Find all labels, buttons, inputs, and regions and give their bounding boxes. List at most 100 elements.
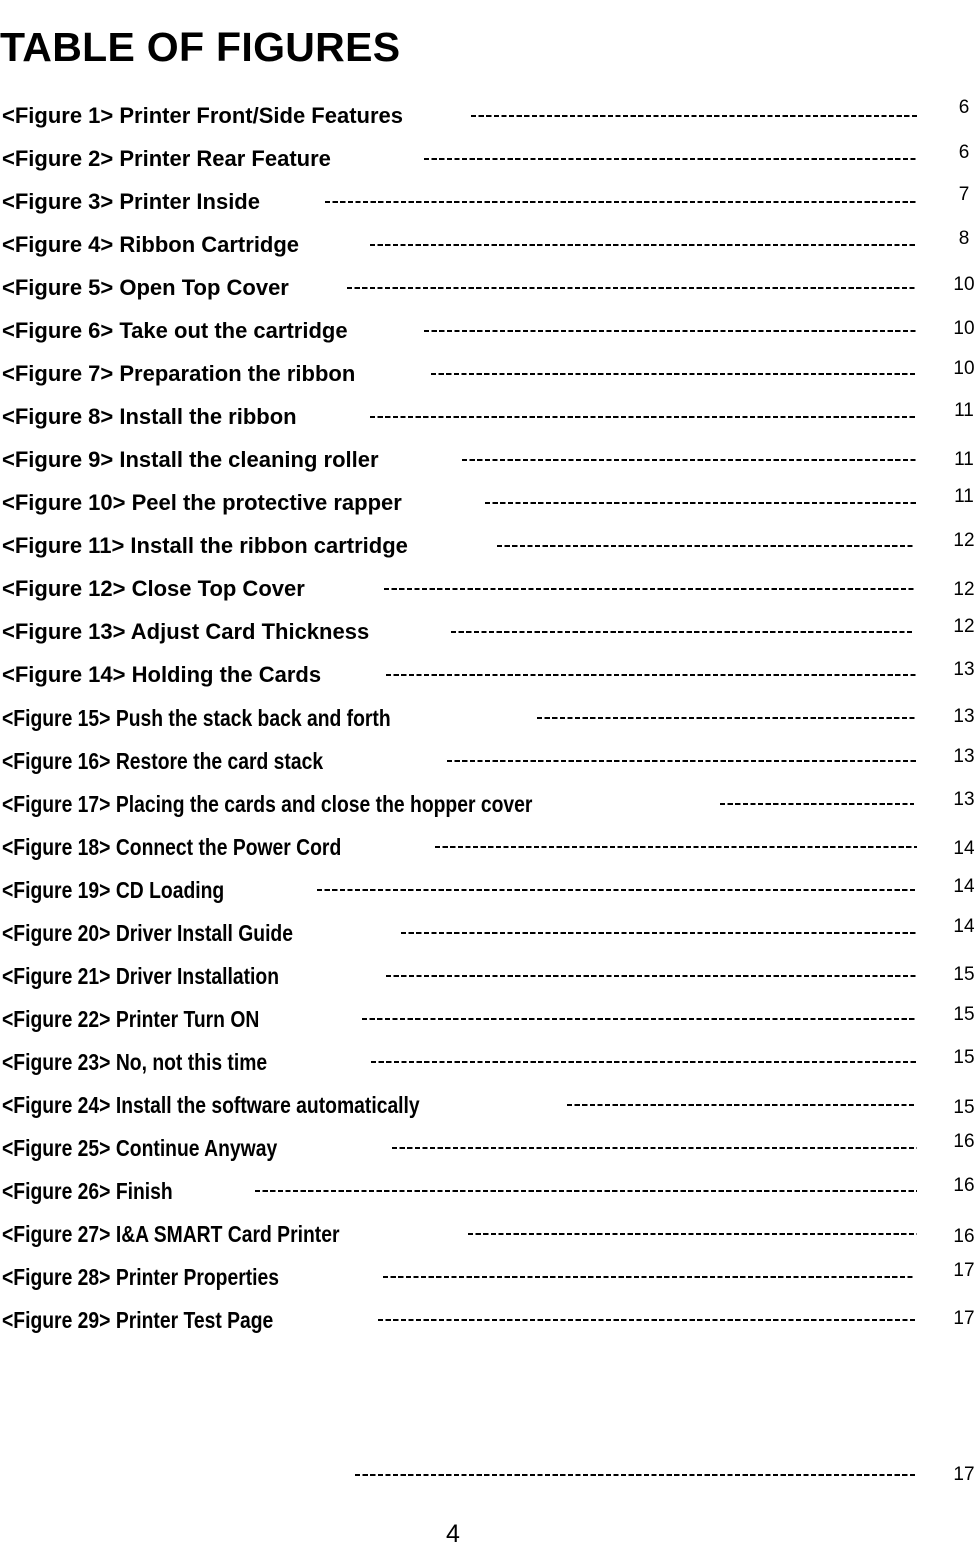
page-title: TABLE OF FIGURES	[0, 24, 401, 71]
dot-leader	[447, 760, 917, 762]
dot-leader	[471, 115, 918, 117]
toc-entry[interactable]: <Figure 20> Driver Install Guide 14	[0, 916, 978, 948]
dot-leader	[424, 330, 917, 332]
toc-page-number: 13	[953, 706, 975, 727]
toc-entry-title: <Figure 1> Printer Front/Side Features	[2, 103, 403, 128]
dot-leader	[384, 588, 915, 590]
dot-leader	[325, 201, 917, 203]
toc-entry[interactable]: <Figure 10> Peel the protective rapper 11	[0, 486, 978, 518]
toc-page-number: 16	[953, 1226, 975, 1247]
toc-page-number: 17	[953, 1464, 975, 1485]
toc-page-number: 6	[958, 142, 970, 163]
toc-page-number: 15	[953, 964, 975, 985]
dot-leader	[362, 1018, 917, 1020]
toc-entry[interactable]: <Figure 8> Install the ribbon 11	[0, 400, 978, 432]
toc-entry-title: <Figure 7> Preparation the ribbon	[2, 361, 356, 386]
toc-entry[interactable]: <Figure 27> I&A SMART Card Printer 16	[0, 1219, 978, 1249]
toc-page-number: 13	[953, 789, 975, 810]
toc-entry[interactable]: <Figure 6> Take out the cartridge 10	[0, 316, 978, 346]
toc-entry[interactable]: <Figure 18> Connect the Power Cord 14	[0, 832, 978, 862]
toc-entry[interactable]: <Figure 21> Driver Installation 15	[0, 961, 978, 991]
toc-page-number: 15	[953, 1047, 975, 1068]
toc-page-number: 12	[953, 530, 975, 551]
toc-entry-title: <Figure 13> Adjust Card Thickness	[2, 619, 370, 644]
toc-page-number: 12	[953, 579, 975, 600]
toc-entry[interactable]: <Figure 23> No, not this time 15	[0, 1047, 978, 1077]
toc-entry[interactable]: <Figure 12> Close Top Cover 12	[0, 574, 978, 604]
toc-page-number: 15	[953, 1004, 975, 1025]
toc-entry[interactable]: <Figure 19> CD Loading 14	[0, 875, 978, 905]
dot-leader	[451, 631, 913, 633]
toc-entry[interactable]: <Figure 16> Restore the card stack 13	[0, 746, 978, 776]
dot-leader	[537, 717, 917, 719]
toc-entry-title: <Figure 9> Install the cleaning roller	[2, 447, 379, 472]
toc-entry-title: <Figure 18> Connect the Power Cord	[2, 834, 342, 860]
toc-entry[interactable]: <Figure 7> Preparation the ribbon 10	[0, 358, 978, 389]
page-number: 4	[446, 1520, 460, 1548]
dot-leader	[567, 1104, 915, 1106]
toc-entry[interactable]: <Figure 1> Printer Front/Side Features 6	[0, 97, 978, 131]
toc-entry[interactable]: <Figure 17> Placing the cards and close …	[0, 789, 978, 819]
toc-entry[interactable]: <Figure 3> Printer Inside 7	[0, 184, 978, 217]
toc-entry-title: <Figure 3> Printer Inside	[2, 189, 260, 214]
toc-entry-title: <Figure 23> No, not this time	[2, 1049, 268, 1075]
toc-entry[interactable]: <Figure 2> Printer Rear Feature 6	[0, 142, 978, 174]
dot-leader	[347, 287, 916, 289]
toc-entry-title: <Figure 8> Install the ribbon	[2, 404, 297, 429]
toc-entry[interactable]: <Figure 15> Push the stack back and fort…	[0, 703, 978, 733]
toc-entry[interactable]: <Figure 24> Install the software automat…	[0, 1090, 978, 1120]
toc-entry-title: <Figure 17> Placing the cards and close …	[2, 791, 533, 817]
toc-entry[interactable]: <Figure 28> Printer Properties 17	[0, 1260, 978, 1292]
toc-page-number: 12	[953, 616, 975, 637]
toc-entry[interactable]: <Figure 14> Holding the Cards 13	[0, 659, 978, 690]
toc-entry[interactable]: <Figure 11> Install the ribbon cartridge…	[0, 530, 978, 561]
dot-leader	[378, 1319, 917, 1321]
toc-entry-orphan[interactable]: 17	[0, 1460, 978, 1490]
toc-entry-title: <Figure 22> Printer Turn ON	[2, 1006, 260, 1032]
toc-page-number: 8	[958, 228, 970, 249]
dot-leader	[431, 373, 917, 375]
toc-entry[interactable]: <Figure 13> Adjust Card Thickness 12	[0, 616, 978, 647]
toc-page-number: 14	[953, 838, 975, 859]
toc-entry-title: <Figure 12> Close Top Cover	[2, 576, 305, 601]
toc-entry-title: <Figure 11> Install the ribbon cartridge	[2, 533, 408, 558]
toc-entry-title: <Figure 21> Driver Installation	[2, 963, 280, 989]
toc-entry[interactable]: <Figure 22> Printer Turn ON 15	[0, 1004, 978, 1034]
toc-entry-title: <Figure 29> Printer Test Page	[2, 1307, 274, 1333]
toc-entry-title: <Figure 4> Ribbon Cartridge	[2, 232, 300, 257]
toc-entry-title: <Figure 19> CD Loading	[2, 877, 225, 903]
toc-entry-title: <Figure 6> Take out the cartridge	[2, 318, 348, 343]
toc-page-number: 16	[953, 1175, 975, 1196]
toc-entry[interactable]: <Figure 9> Install the cleaning roller 11	[0, 445, 978, 475]
toc-entry-title: <Figure 25> Continue Anyway	[2, 1135, 278, 1161]
dot-leader	[255, 1190, 917, 1192]
toc-page-number: 15	[953, 1097, 975, 1118]
dot-leader	[468, 1233, 917, 1235]
toc-page-number: 11	[954, 486, 974, 507]
dot-leader	[355, 1474, 917, 1476]
toc-entry-title: <Figure 28> Printer Properties	[2, 1264, 280, 1290]
dot-leader	[371, 1061, 918, 1063]
toc-entry[interactable]: <Figure 26> Finish 16	[0, 1175, 978, 1206]
dot-leader	[462, 459, 917, 461]
dot-leader	[370, 416, 917, 418]
toc-page-number: 11	[954, 400, 974, 421]
dot-leader	[386, 975, 917, 977]
dot-leader	[720, 803, 914, 805]
dot-leader	[317, 889, 917, 891]
toc-entry[interactable]: <Figure 4> Ribbon Cartridge 8	[0, 228, 978, 260]
dot-leader	[383, 1276, 914, 1278]
toc-entry[interactable]: <Figure 29> Printer Test Page 17	[0, 1305, 978, 1335]
toc-page-number: 13	[953, 659, 975, 680]
toc-entry-title: <Figure 10> Peel the protective rapper	[2, 490, 402, 515]
dot-leader	[424, 158, 917, 160]
toc-page-number: 13	[953, 746, 975, 767]
toc-entry[interactable]: <Figure 25> Continue Anyway 16	[0, 1131, 978, 1163]
toc-entry-title: <Figure 16> Restore the card stack	[2, 748, 324, 774]
toc-entry-title: <Figure 2> Printer Rear Feature	[2, 146, 331, 171]
dot-leader	[435, 846, 917, 848]
dot-leader	[497, 545, 913, 547]
toc-entry[interactable]: <Figure 5> Open Top Cover 10	[0, 273, 978, 303]
toc-page-number: 7	[958, 184, 970, 205]
toc-entry-title: <Figure 15> Push the stack back and fort…	[2, 705, 391, 731]
